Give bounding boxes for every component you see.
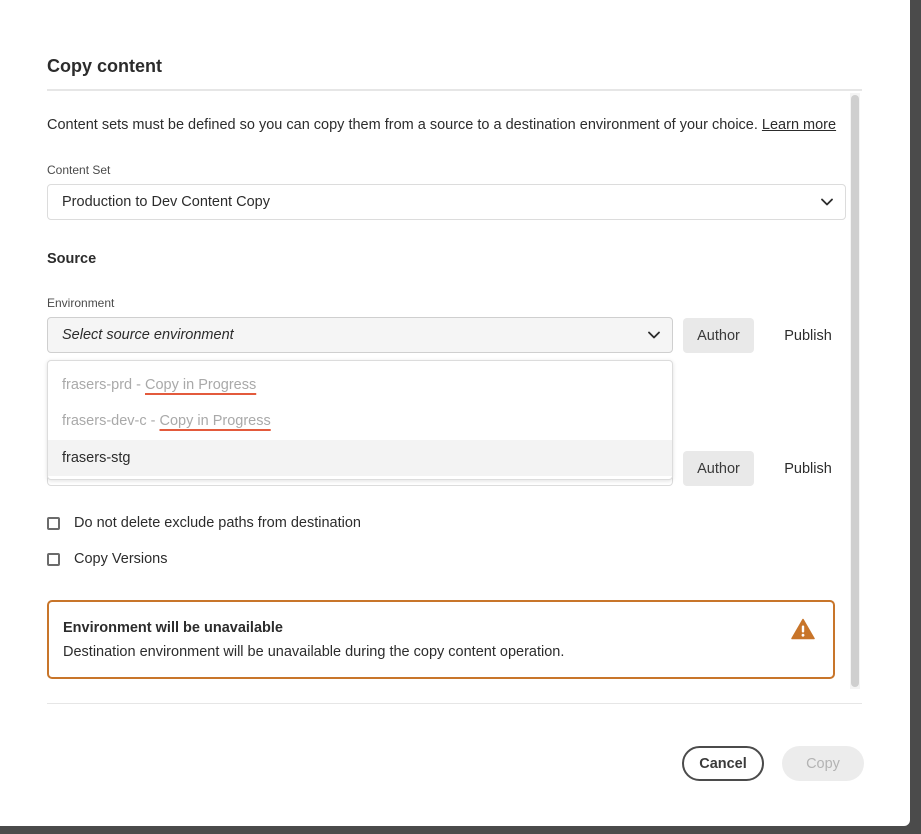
dropdown-item-status: Copy in Progress	[145, 377, 257, 393]
dropdown-item-separator: -	[132, 377, 145, 393]
environment-dropdown-menu: frasers-prd - Copy in Progress frasers-d…	[47, 360, 673, 480]
source-environment-placeholder: Select source environment	[62, 327, 234, 343]
copy-content-dialog: Copy content Content sets must be define…	[0, 0, 910, 826]
dropdown-item-name: frasers-dev-c	[62, 413, 147, 429]
chevron-down-icon	[648, 331, 660, 339]
dropdown-item-frasers-stg[interactable]: frasers-stg	[48, 440, 672, 476]
dropdown-item-separator: -	[146, 413, 160, 429]
dropdown-item-frasers-dev-c[interactable]: frasers-dev-c - Copy in Progress	[48, 403, 672, 439]
unavailable-alert: Environment will be unavailable Destinat…	[47, 600, 835, 679]
cancel-button[interactable]: Cancel	[682, 746, 764, 781]
learn-more-link[interactable]: Learn more	[762, 117, 836, 133]
content-set-value: Production to Dev Content Copy	[62, 194, 270, 210]
description-text: Content sets must be defined so you can …	[47, 117, 758, 133]
content-set-label: Content Set	[47, 163, 111, 177]
dialog-description: Content sets must be defined so you can …	[47, 117, 836, 133]
dropdown-item-status: Copy in Progress	[159, 413, 271, 429]
environment-label: Environment	[47, 296, 115, 310]
no-delete-label: Do not delete exclude paths from destina…	[74, 515, 361, 531]
copy-button[interactable]: Copy	[782, 746, 864, 781]
source-environment-select[interactable]: Select source environment	[47, 317, 673, 353]
alert-title: Environment will be unavailable	[63, 620, 283, 636]
destination-author-toggle[interactable]: Author	[683, 451, 754, 486]
dropdown-item-frasers-prd[interactable]: frasers-prd - Copy in Progress	[48, 367, 672, 403]
chevron-down-icon	[821, 198, 833, 206]
dropdown-item-name: frasers-prd	[62, 377, 133, 393]
copy-versions-checkbox[interactable]	[47, 552, 60, 566]
no-delete-checkbox[interactable]	[47, 516, 60, 530]
copy-versions-label: Copy Versions	[74, 551, 168, 567]
no-delete-option[interactable]: Do not delete exclude paths from destina…	[47, 515, 361, 531]
destination-publish-toggle[interactable]: Publish	[772, 451, 844, 486]
copy-versions-option[interactable]: Copy Versions	[47, 551, 168, 567]
source-author-toggle[interactable]: Author	[683, 318, 754, 353]
alert-body: Destination environment will be unavaila…	[63, 644, 565, 660]
dropdown-item-name: frasers-stg	[62, 450, 131, 466]
warning-icon	[791, 618, 815, 640]
scrollbar-thumb[interactable]	[851, 95, 859, 687]
header-divider	[47, 89, 862, 91]
dialog-title: Copy content	[47, 56, 162, 76]
source-publish-toggle[interactable]: Publish	[772, 318, 844, 353]
footer-divider	[47, 703, 862, 704]
content-set-select[interactable]: Production to Dev Content Copy	[47, 184, 846, 220]
source-heading: Source	[47, 251, 97, 267]
